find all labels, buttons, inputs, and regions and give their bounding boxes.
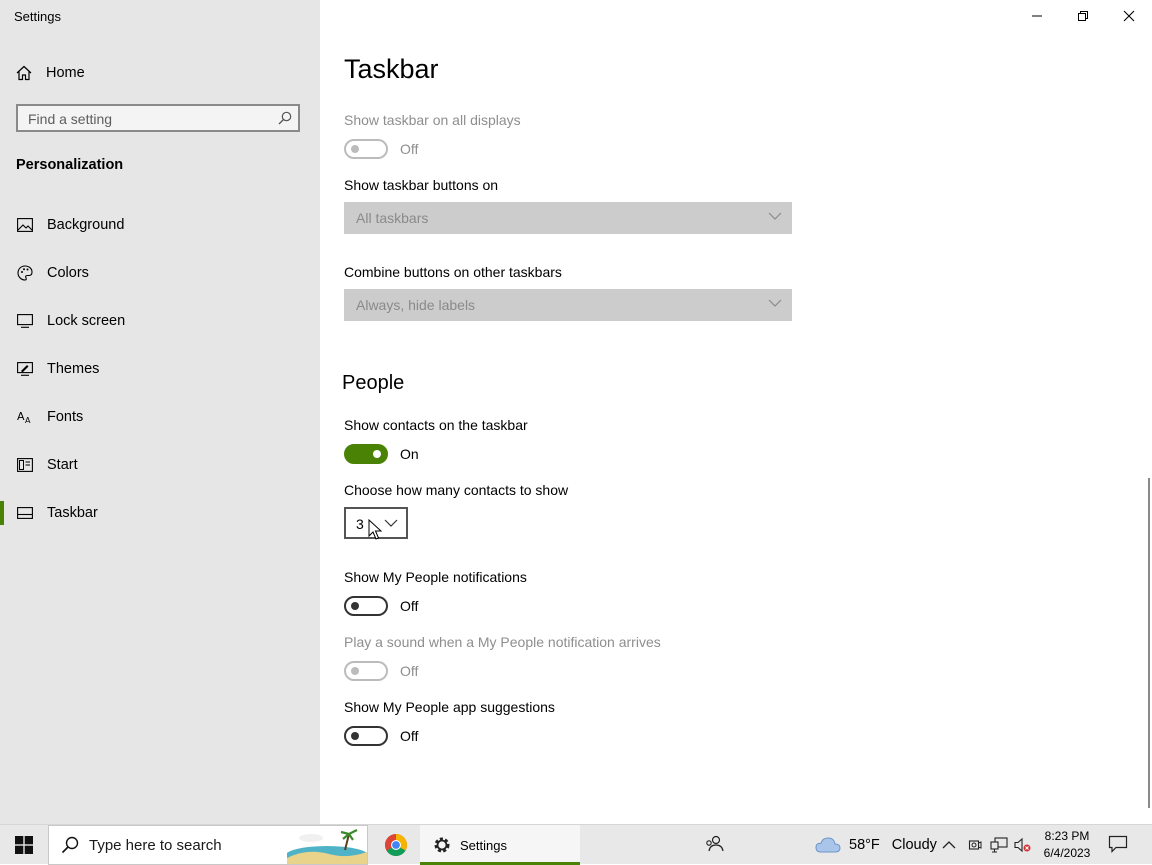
palette-icon	[16, 264, 34, 282]
page-title: Taskbar	[344, 54, 439, 84]
people-heading: People	[342, 372, 405, 394]
home-label: Home	[46, 65, 85, 81]
network-button[interactable]	[990, 825, 1008, 865]
sidebar-item-label: Background	[47, 217, 125, 233]
search-icon	[61, 836, 79, 854]
scrollbar[interactable]	[1148, 478, 1150, 808]
sidebar: Settings Home Find a setting Personaliza…	[0, 0, 320, 824]
chevron-down-icon	[384, 519, 398, 527]
chrome-taskbar-button[interactable]	[376, 825, 416, 865]
toggle-state: Off	[400, 728, 419, 744]
settings-taskbar-label: Settings	[460, 837, 507, 853]
clock-date: 6/4/2023	[1043, 846, 1091, 860]
weather-condition: Cloudy	[891, 837, 937, 853]
suggestions-toggle[interactable]	[344, 726, 388, 746]
taskbar: Type here to search Settings 58°F Cloudy…	[0, 824, 1152, 865]
fonts-icon: AA	[16, 408, 34, 426]
toggle-state: On	[400, 446, 419, 462]
sidebar-item-taskbar[interactable]: Taskbar	[0, 489, 320, 537]
show-contacts-label: Show contacts on the taskbar	[344, 417, 528, 433]
settings-taskbar-button[interactable]: Settings	[420, 825, 580, 865]
sidebar-item-background[interactable]: Background	[0, 201, 320, 249]
windows-logo-icon	[15, 836, 33, 854]
monitor-icon	[16, 312, 34, 330]
people-icon[interactable]	[704, 835, 724, 853]
home-icon	[16, 65, 32, 81]
search-box[interactable]: Find a setting	[16, 104, 300, 132]
sidebar-item-themes[interactable]: Themes	[0, 345, 320, 393]
combine-other-label: Combine buttons on other taskbars	[344, 264, 562, 280]
sidebar-item-fonts[interactable]: AA Fonts	[0, 393, 320, 441]
chevron-up-icon	[942, 841, 956, 849]
notifications-toggle-row: Off	[344, 596, 418, 616]
buttons-on-label: Show taskbar buttons on	[344, 177, 499, 193]
sidebar-item-label: Colors	[47, 265, 89, 281]
clock[interactable]: 8:23 PM 6/4/2023	[1036, 828, 1098, 862]
sidebar-item-label: Lock screen	[47, 313, 126, 329]
section-heading: Personalization	[16, 157, 124, 173]
sound-label: Play a sound when a My People notificati…	[344, 634, 661, 650]
window-title: Settings	[14, 9, 61, 24]
show-hidden-icons-button[interactable]	[942, 825, 956, 865]
notification-center-icon[interactable]	[1108, 835, 1128, 853]
volume-button[interactable]	[1014, 825, 1032, 865]
start-icon	[16, 456, 34, 474]
toggle-state: Off	[400, 663, 419, 679]
toggle-state: Off	[400, 141, 419, 157]
start-button[interactable]	[0, 825, 48, 865]
toggle-state: Off	[400, 598, 419, 614]
beach-illustration-icon	[287, 829, 367, 864]
suggestions-toggle-row: Off	[344, 726, 418, 746]
sidebar-item-start[interactable]: Start	[0, 441, 320, 489]
svg-text:A: A	[25, 416, 31, 424]
sidebar-item-label: Start	[47, 457, 78, 473]
meet-now-icon	[968, 840, 982, 850]
dropdown-value: 3	[356, 516, 364, 532]
sidebar-item-colors[interactable]: Colors	[0, 249, 320, 297]
picture-icon	[16, 216, 34, 234]
taskbar-search-input[interactable]: Type here to search	[89, 837, 222, 854]
search-icon[interactable]	[278, 111, 292, 125]
dropdown-value: All taskbars	[356, 210, 429, 226]
gear-icon	[434, 837, 450, 853]
sidebar-item-label: Themes	[47, 361, 100, 377]
mouse-cursor-icon	[368, 519, 382, 540]
sound-toggle[interactable]	[344, 661, 388, 681]
cloud-icon	[815, 837, 841, 853]
contacts-count-label: Choose how many contacts to show	[344, 482, 569, 498]
suggestions-label: Show My People app suggestions	[344, 699, 555, 715]
sidebar-nav: Background Colors Lock screen Themes AA …	[0, 201, 320, 537]
sound-toggle-row: Off	[344, 661, 418, 681]
search-input[interactable]: Find a setting	[28, 111, 112, 127]
show-all-displays-toggle[interactable]	[344, 139, 388, 159]
weather-widget[interactable]: 58°F Cloudy	[815, 825, 937, 865]
notifications-toggle[interactable]	[344, 596, 388, 616]
network-icon	[990, 837, 1008, 853]
show-contacts-toggle-row: On	[344, 444, 419, 464]
sidebar-item-label: Taskbar	[47, 505, 98, 521]
show-contacts-toggle[interactable]	[344, 444, 388, 464]
weather-temp: 58°F	[849, 837, 880, 853]
sidebar-item-lock-screen[interactable]: Lock screen	[0, 297, 320, 345]
sidebar-item-label: Fonts	[47, 409, 84, 425]
notifications-label: Show My People notifications	[344, 569, 527, 585]
taskbar-icon	[16, 504, 34, 522]
home-link[interactable]: Home	[16, 62, 85, 84]
show-all-displays-toggle-row: Off	[344, 139, 418, 159]
main-content: Taskbar Show taskbar on all displays Off…	[320, 0, 1152, 824]
dropdown-value: Always, hide labels	[356, 297, 476, 313]
combine-other-dropdown[interactable]: Always, hide labels	[344, 289, 792, 321]
meet-now-button[interactable]	[968, 825, 982, 865]
chevron-down-icon	[768, 299, 782, 307]
taskbar-search[interactable]: Type here to search	[48, 825, 368, 865]
chevron-down-icon	[768, 212, 782, 220]
chrome-icon	[385, 834, 407, 856]
brush-icon	[16, 360, 34, 378]
svg-text:A: A	[17, 410, 25, 423]
clock-time: 8:23 PM	[1044, 829, 1090, 843]
show-all-displays-label: Show taskbar on all displays	[344, 112, 521, 128]
buttons-on-dropdown[interactable]: All taskbars	[344, 202, 792, 234]
volume-muted-icon	[1014, 837, 1031, 853]
